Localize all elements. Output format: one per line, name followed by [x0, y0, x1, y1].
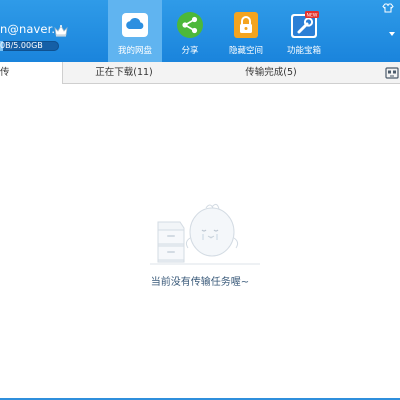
app-window: n@naver... 0B/5.00GB 我的网盘 分享 隐藏空间 NEW 功能… — [0, 0, 400, 400]
nav-my-drive[interactable]: 我的网盘 — [108, 0, 162, 62]
menu-dropdown-icon[interactable] — [386, 28, 398, 40]
tab-completed[interactable]: 传输完成(5) — [185, 62, 357, 84]
nav-hidden-space[interactable]: 隐藏空间 — [219, 0, 273, 62]
storage-quota-bar: 0B/5.00GB — [0, 41, 59, 51]
nav-toolbox-label: 功能宝箱 — [286, 46, 321, 56]
nav-toolbox[interactable]: NEW 功能宝箱 — [277, 0, 331, 62]
lock-icon — [234, 12, 258, 38]
skin-icon[interactable] — [382, 2, 394, 14]
tab-downloading[interactable]: 正在下载(11) — [63, 62, 185, 84]
panel-toggle-icon[interactable] — [385, 67, 399, 79]
tab-uploading[interactable]: 传 — [0, 62, 63, 84]
vip-crown-icon[interactable] — [54, 24, 68, 37]
share-icon — [177, 12, 203, 38]
top-header: n@naver... 0B/5.00GB 我的网盘 分享 隐藏空间 NEW 功能… — [0, 0, 400, 62]
toolbox-icon: NEW — [291, 11, 319, 38]
nav-my-drive-label: 我的网盘 — [117, 46, 152, 56]
transfer-tabbar: 传 正在下载(11) 传输完成(5) — [0, 62, 400, 84]
new-badge: NEW — [307, 13, 318, 19]
empty-state-message: 当前没有传输任务喔~ — [150, 277, 250, 288]
nav-share-label: 分享 — [181, 46, 199, 56]
cloud-drive-icon — [122, 13, 148, 37]
nav-share[interactable]: 分享 — [163, 0, 217, 62]
nav-hidden-space-label: 隐藏空间 — [228, 46, 263, 56]
empty-mascot-illustration — [150, 203, 260, 265]
storage-quota-text: 0B/5.00GB — [0, 41, 43, 50]
